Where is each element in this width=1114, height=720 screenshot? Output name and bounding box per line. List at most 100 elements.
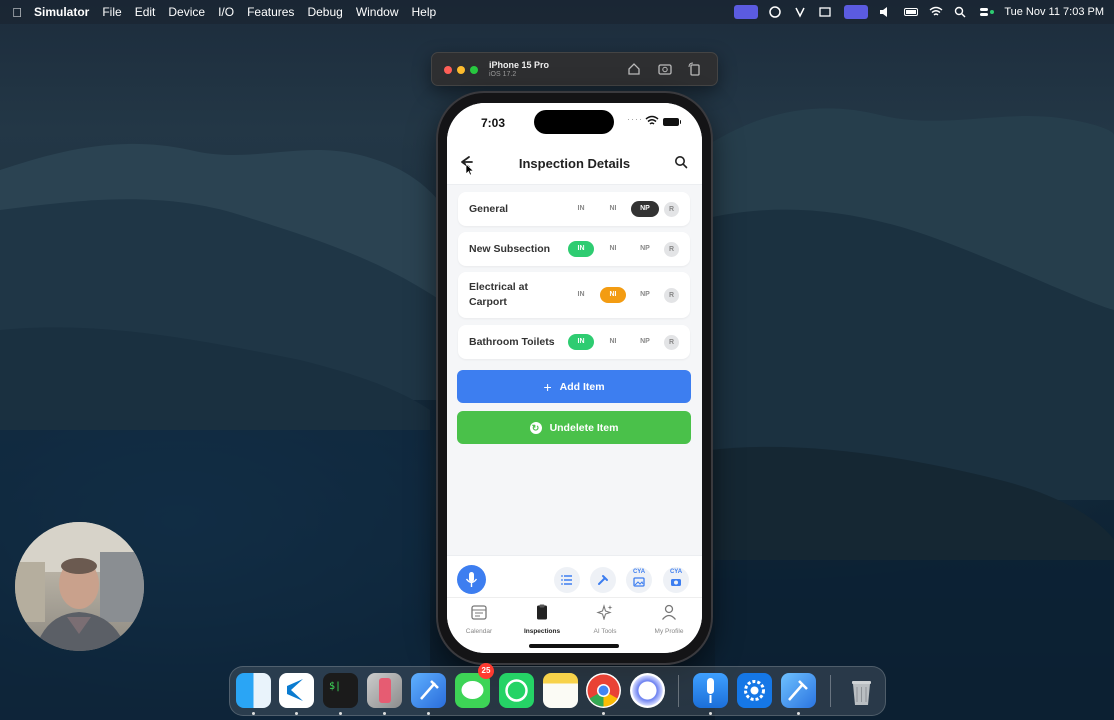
gear-icon	[744, 680, 765, 701]
menu-debug[interactable]: Debug	[307, 5, 342, 19]
status-in-toggle[interactable]: IN	[568, 334, 594, 350]
voice-memos-app-icon[interactable]	[693, 673, 728, 708]
phone-screen: 7:03 ···· Inspection Details General IN …	[447, 103, 702, 653]
status-r-toggle[interactable]: R	[664, 241, 679, 257]
battery-status-icon	[663, 118, 681, 126]
vscode-app-icon[interactable]	[279, 673, 314, 708]
section-row-electrical-at-carport[interactable]: Electrical at Carport IN NI NP R	[458, 272, 690, 318]
terminal-app-icon[interactable]: $|	[323, 673, 358, 708]
zoom-window-button[interactable]	[470, 66, 478, 74]
close-window-button[interactable]	[444, 66, 452, 74]
list-button[interactable]	[554, 567, 580, 593]
tab-inspections[interactable]: Inspections	[512, 604, 572, 635]
search-icon[interactable]	[674, 155, 688, 169]
wifi-icon[interactable]	[929, 6, 943, 18]
tab-label: Calendar	[465, 628, 493, 635]
whatsapp-app-icon[interactable]	[499, 673, 534, 708]
battery-icon[interactable]	[904, 6, 919, 18]
simulator-device-name: iPhone 15 Pro	[489, 60, 550, 70]
status-np-toggle[interactable]: NP	[631, 334, 659, 350]
ios-status-bar: 7:03 ····	[447, 103, 702, 143]
section-label: New Subsection	[469, 243, 551, 255]
wifi-status-icon	[645, 115, 659, 125]
macos-dock: $| 25	[229, 663, 886, 716]
running-indicator	[427, 712, 430, 715]
running-indicator	[339, 712, 342, 715]
status-ni-toggle[interactable]: NI	[600, 241, 626, 257]
status-ni-toggle[interactable]: NI	[600, 334, 626, 350]
siri-app-icon[interactable]	[630, 673, 665, 708]
whatsapp-logo-icon	[505, 679, 528, 702]
rotate-icon[interactable]	[688, 62, 702, 76]
section-row-bathroom-toilets[interactable]: Bathroom Toilets IN NI NP R	[458, 325, 690, 359]
home-icon[interactable]	[627, 62, 641, 76]
nav-header: Inspection Details	[447, 143, 702, 185]
notes-app-icon[interactable]	[543, 673, 578, 708]
section-row-new-subsection[interactable]: New Subsection IN NI NP R	[458, 232, 690, 266]
minimize-window-button[interactable]	[457, 66, 465, 74]
screen-mirror-icon[interactable]	[734, 5, 759, 19]
microphone-icon	[465, 572, 478, 587]
status-circle-icon[interactable]	[769, 6, 783, 18]
settings-app-icon[interactable]	[737, 673, 772, 708]
cya-photos-label: CYA	[632, 569, 646, 575]
build-hammer-icon	[788, 680, 808, 701]
running-indicator	[797, 712, 800, 715]
xcode-app-icon[interactable]	[411, 673, 446, 708]
section-row-general[interactable]: General IN NI NP R	[458, 192, 690, 226]
menu-app-name[interactable]: Simulator	[34, 5, 89, 19]
status-ni-toggle[interactable]: NI	[600, 287, 626, 303]
status-in-toggle[interactable]: IN	[568, 241, 594, 257]
tab-calendar[interactable]: Calendar	[449, 604, 509, 635]
list-icon	[561, 575, 572, 585]
menu-io[interactable]: I/O	[218, 5, 234, 19]
stage-manager-icon[interactable]	[844, 5, 869, 19]
apple-logo-icon[interactable]: 	[0, 5, 34, 20]
chrome-app-icon[interactable]	[586, 673, 621, 708]
finder-app-icon[interactable]	[236, 673, 271, 708]
status-time: 7:03	[481, 116, 506, 130]
menu-window[interactable]: Window	[356, 5, 399, 19]
tab-ai-tools[interactable]: AI Tools	[575, 604, 635, 635]
chrome-logo-icon	[587, 674, 620, 707]
cya-photos-button[interactable]: CYA	[626, 567, 652, 593]
menu-edit[interactable]: Edit	[135, 5, 156, 19]
spotlight-search-icon[interactable]	[954, 6, 968, 18]
status-r-toggle[interactable]: R	[664, 287, 679, 303]
iphone-device-frame: 7:03 ···· Inspection Details General IN …	[438, 93, 711, 663]
running-indicator	[602, 712, 605, 715]
running-indicator	[295, 712, 298, 715]
menu-file[interactable]: File	[102, 5, 121, 19]
share-icon[interactable]	[819, 6, 833, 18]
menu-help[interactable]: Help	[412, 5, 437, 19]
status-np-toggle[interactable]: NP	[631, 241, 659, 257]
undelete-item-label: Undelete Item	[549, 421, 619, 434]
volume-icon[interactable]	[879, 6, 893, 18]
menu-bar-clock[interactable]: Tue Nov 11 7:03 PM	[1004, 6, 1104, 18]
network-icon[interactable]	[794, 6, 808, 18]
status-ni-toggle[interactable]: NI	[600, 201, 626, 217]
menu-device[interactable]: Device	[168, 5, 205, 19]
cya-camera-button[interactable]: CYA	[663, 567, 689, 593]
add-item-button[interactable]: + Add Item	[457, 370, 691, 403]
undelete-item-button[interactable]: ↻ Undelete Item	[457, 411, 691, 444]
simulator-app-icon[interactable]	[367, 673, 402, 708]
status-r-toggle[interactable]: R	[664, 334, 679, 350]
trash-app-icon[interactable]	[844, 673, 879, 708]
status-in-toggle[interactable]: IN	[568, 287, 594, 303]
status-in-toggle[interactable]: IN	[568, 201, 594, 217]
tools-button[interactable]	[590, 567, 616, 593]
menu-features[interactable]: Features	[247, 5, 294, 19]
status-np-toggle[interactable]: NP	[631, 201, 659, 217]
screenshot-icon[interactable]	[658, 62, 672, 76]
presenter-video-frame	[15, 522, 144, 651]
xcode-instruments-app-icon[interactable]	[781, 673, 816, 708]
status-r-toggle[interactable]: R	[664, 201, 679, 217]
dock-separator	[678, 675, 679, 707]
xcode-hammer-icon	[420, 680, 439, 700]
plus-icon: +	[543, 378, 552, 395]
control-center-icon[interactable]	[979, 6, 995, 18]
microphone-button[interactable]	[457, 565, 486, 594]
status-np-toggle[interactable]: NP	[631, 287, 659, 303]
tab-my-profile[interactable]: My Profile	[639, 604, 699, 635]
